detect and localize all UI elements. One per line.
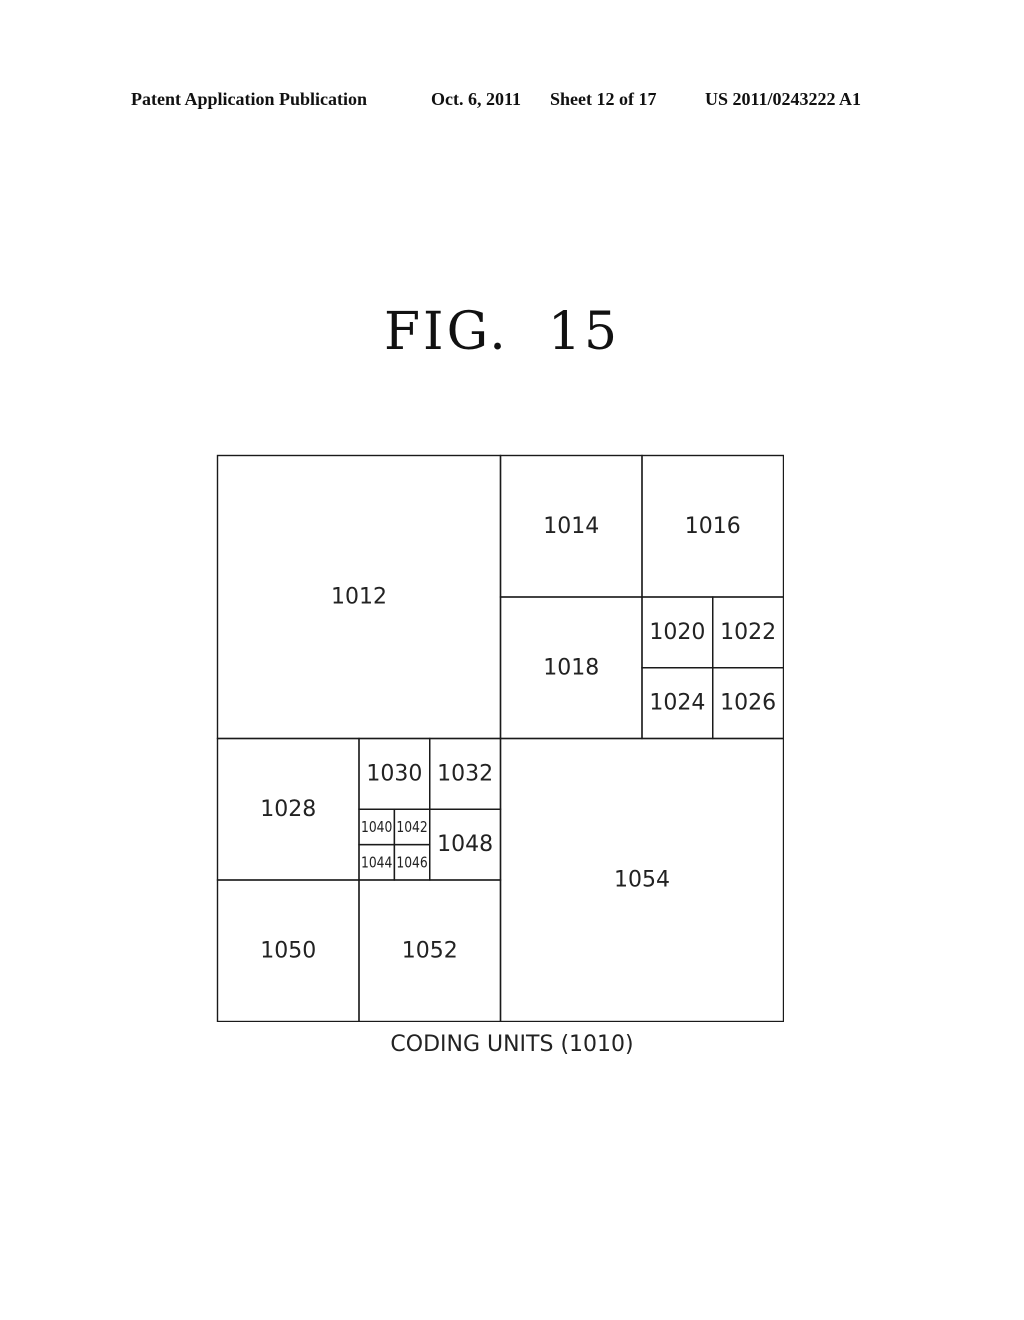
patent-number: US 2011/0243222 A1 — [705, 89, 862, 109]
coding-unit-1050: 1050 — [216, 879, 360, 1022]
coding-unit-label: 1020 — [649, 620, 705, 645]
coding-unit-label: 1030 — [366, 761, 422, 786]
coding-unit-1016: 1016 — [641, 454, 784, 598]
coding-unit-label: 1018 — [543, 655, 599, 680]
coding-unit-1014: 1014 — [499, 454, 643, 598]
coding-unit-1046: 1046 — [393, 843, 431, 881]
coding-unit-label: 1050 — [260, 938, 316, 963]
figure-title: FIG. 15 — [0, 302, 1024, 362]
coding-unit-1028: 1028 — [216, 737, 360, 881]
patent-header: Patent Application Publication Oct. 6, 2… — [0, 89, 1024, 113]
coding-unit-1040: 1040 — [358, 808, 396, 846]
figure-caption-text: CODING UNITS (1010) — [390, 1032, 634, 1057]
coding-unit-1024: 1024 — [641, 667, 714, 740]
coding-unit-1052: 1052 — [358, 879, 502, 1022]
coding-unit-label: 1014 — [543, 514, 599, 539]
coding-unit-1048: 1048 — [429, 808, 502, 881]
coding-unit-label: 1040 — [361, 818, 392, 836]
sheet-number: Sheet 12 of 17 — [550, 89, 657, 109]
coding-units-diagram: 1012 1014 1016 1018 1020 1022 1024 1026 1028 1030… — [216, 454, 784, 1022]
coding-unit-label: 1042 — [396, 818, 427, 836]
coding-unit-1020: 1020 — [641, 596, 714, 669]
coding-unit-label: 1046 — [396, 853, 427, 871]
coding-unit-label: 1054 — [614, 868, 670, 893]
publication-type: Patent Application Publication — [131, 89, 368, 109]
coding-unit-1032: 1032 — [429, 737, 502, 810]
coding-unit-1044: 1044 — [358, 843, 396, 881]
coding-unit-label: 1044 — [361, 853, 392, 871]
coding-unit-label: 1012 — [331, 585, 387, 610]
coding-unit-1012: 1012 — [216, 454, 502, 740]
coding-unit-1026: 1026 — [712, 667, 784, 740]
coding-unit-label: 1016 — [685, 514, 741, 539]
coding-unit-label: 1032 — [437, 761, 493, 786]
coding-unit-1030: 1030 — [358, 737, 431, 810]
coding-unit-label: 1052 — [402, 938, 458, 963]
coding-unit-1042: 1042 — [393, 808, 431, 846]
coding-unit-label: 1024 — [649, 691, 705, 716]
figure-title-text: FIG. 15 — [383, 302, 621, 362]
coding-unit-1022: 1022 — [712, 596, 784, 669]
coding-unit-label: 1048 — [437, 832, 493, 857]
coding-unit-label: 1022 — [720, 620, 776, 645]
publication-date: Oct. 6, 2011 — [431, 89, 521, 109]
figure-caption: CODING UNITS (1010) — [0, 1032, 1024, 1057]
coding-unit-label: 1026 — [720, 691, 776, 716]
coding-unit-1054: 1054 — [499, 737, 784, 1022]
coding-unit-1018: 1018 — [499, 596, 643, 740]
coding-unit-label: 1028 — [260, 797, 316, 822]
